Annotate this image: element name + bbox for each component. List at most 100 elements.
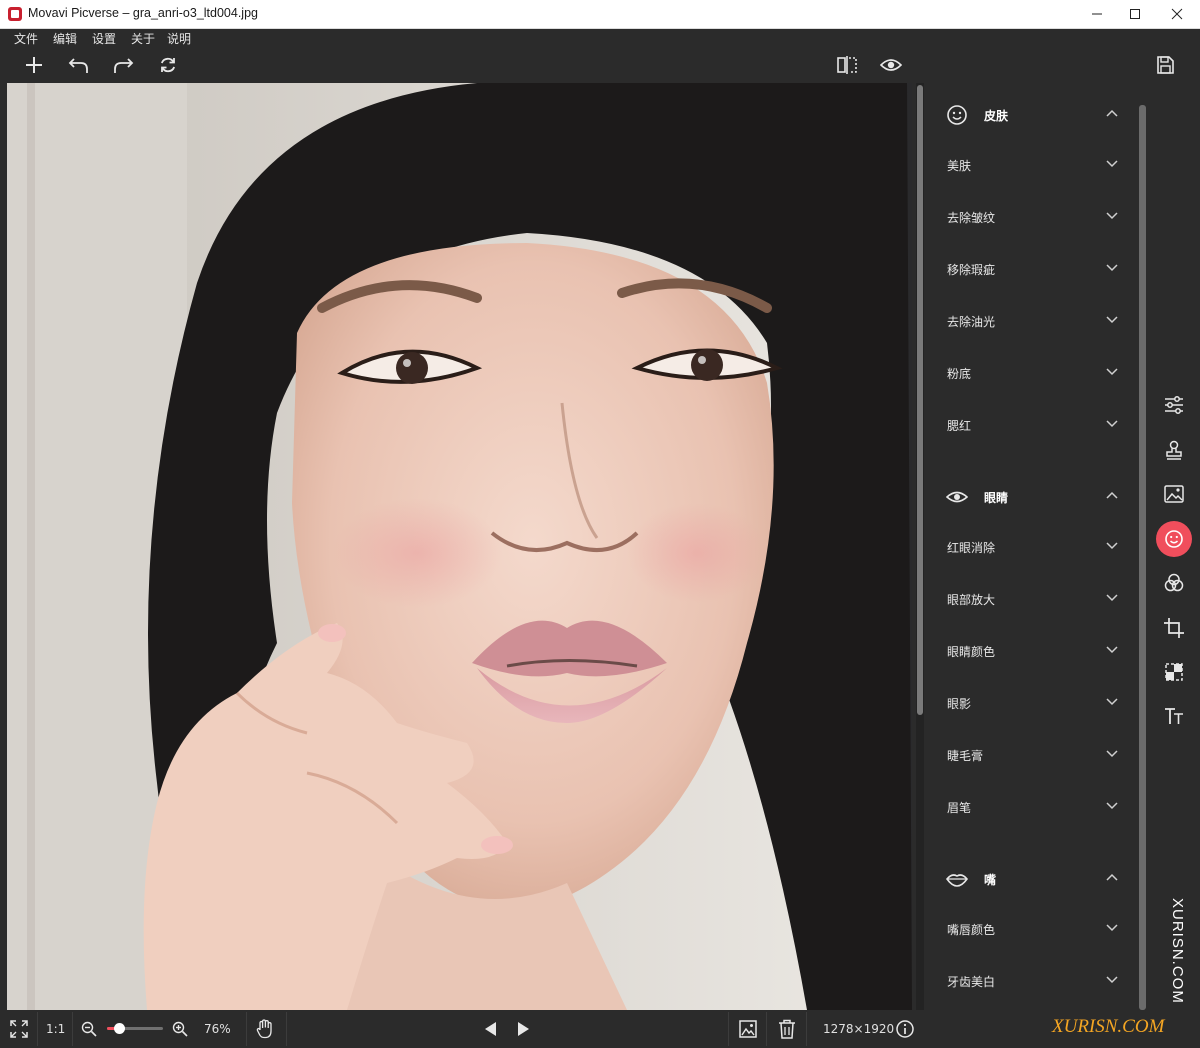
panel-scrollbar[interactable] [1139,105,1146,1010]
panel-item-label: 眉笔 [947,801,972,815]
adjust-tool-button[interactable] [1156,387,1192,423]
delete-button[interactable] [776,1018,798,1040]
panel-item-label: 睫毛膏 [947,749,984,763]
panel-item[interactable]: 眼影 [926,688,1136,718]
compare-button[interactable] [834,52,860,78]
triangle-right-icon [518,1022,529,1036]
panel-item[interactable]: 眼睛颜色 [926,636,1136,666]
app-logo-icon [8,7,22,21]
maximize-button[interactable] [1112,0,1158,29]
undo-button[interactable] [66,52,92,78]
status-divider [37,1012,38,1046]
status-divider [72,1012,73,1046]
zoom-slider[interactable] [107,1023,163,1034]
app-window: Movavi Picverse – gra_anri-o3_ltd004.jpg… [0,0,1200,1048]
crop-tool-button[interactable] [1156,610,1192,646]
panel-item[interactable]: 眼部放大 [926,584,1136,614]
plus-icon [26,57,42,73]
close-button[interactable] [1154,0,1200,29]
chevron-down-icon [1106,316,1118,324]
panel-item[interactable]: 腮红 [926,410,1136,440]
chevron-up-icon [1106,491,1118,499]
redo-button[interactable] [110,52,136,78]
menu-bar: 文件 编辑 设置 关于 说明 [0,29,1200,47]
pan-tool-button[interactable] [255,1018,275,1040]
watermark-vertical: XURISN.COM [1168,898,1188,1008]
zoom-slider-knob[interactable] [114,1023,125,1034]
section-header-eyes[interactable]: 眼睛 [926,483,1136,513]
retouch-face-icon [1165,530,1183,548]
panel-item[interactable]: 红眼消除 [926,532,1136,562]
next-image-button[interactable] [514,1018,534,1040]
text-tool-button[interactable] [1156,698,1192,734]
chevron-down-icon [1106,976,1118,984]
image-info-button[interactable] [737,1018,759,1040]
panel-item[interactable]: 眉笔 [926,792,1136,822]
panel-scroll-thumb[interactable] [1139,105,1146,1010]
reset-button[interactable] [155,52,181,78]
status-divider [286,1012,287,1046]
portrait-photo [7,83,912,1010]
zoom-out-button[interactable] [80,1018,98,1040]
save-icon [1157,56,1174,74]
filters-circles-icon [1164,573,1184,592]
menu-file[interactable]: 文件 [14,30,38,47]
chevron-up-icon [1106,109,1118,117]
triangle-left-icon [485,1022,496,1036]
panel-item[interactable]: 美肤 [926,150,1136,180]
preview-button[interactable] [878,52,904,78]
chevron-down-icon [1106,160,1118,168]
menu-edit[interactable]: 编辑 [53,30,77,47]
panel-item[interactable]: 粉底 [926,358,1136,388]
info-button[interactable] [895,1018,915,1040]
tool-strip [1150,83,1200,1010]
info-icon [896,1020,914,1038]
panel-item[interactable]: 移除瑕疵 [926,254,1136,284]
panel-item[interactable]: 嘴唇颜色 [926,914,1136,944]
actual-size-button[interactable]: 1:1 [46,1022,65,1036]
canvas-scroll-thumb[interactable] [917,85,923,715]
canvas-vertical-scrollbar[interactable] [916,83,924,1010]
section-header-mouth[interactable]: 嘴 [926,865,1136,895]
panel-item-label: 嘴唇颜色 [947,923,996,937]
panel-item[interactable]: 牙齿美白 [926,966,1136,996]
watermark-horizontal: XURISN.COM [1052,1016,1165,1037]
save-button[interactable] [1152,52,1178,78]
image-enhance-tool-button[interactable] [1156,476,1192,512]
chevron-up-icon [1106,873,1118,881]
menu-help[interactable]: 说明 [167,30,191,47]
eye-icon [946,491,968,503]
add-button[interactable] [21,52,47,78]
panel-item-label: 美肤 [947,159,972,173]
trash-icon [779,1019,795,1039]
retouch-tool-button[interactable] [1156,521,1192,557]
crop-icon [1164,618,1184,638]
title-bar: Movavi Picverse – gra_anri-o3_ltd004.jpg [0,0,1200,29]
panel-item[interactable]: 睫毛膏 [926,740,1136,770]
panel-item[interactable]: 去除油光 [926,306,1136,336]
previous-image-button[interactable] [480,1018,500,1040]
transform-tool-button[interactable] [1156,654,1192,690]
chevron-down-icon [1106,646,1118,654]
menu-settings[interactable]: 设置 [92,30,116,47]
menu-about[interactable]: 关于 [131,30,155,47]
chevron-down-icon [1106,264,1118,272]
status-divider [766,1012,767,1046]
panel-item-label: 移除瑕疵 [947,263,996,277]
close-icon [1171,8,1183,20]
status-divider [728,1012,729,1046]
fullscreen-button[interactable] [8,1018,30,1040]
chevron-down-icon [1106,420,1118,428]
chevron-down-icon [1106,212,1118,220]
photo-canvas[interactable] [7,83,912,1010]
compare-icon [837,56,857,74]
status-bar: 1:1 76% 1278×1920 [0,1010,1200,1048]
chevron-down-icon [1106,594,1118,602]
filters-tool-button[interactable] [1156,565,1192,601]
stamp-tool-button[interactable] [1156,432,1192,468]
zoom-in-button[interactable] [171,1018,189,1040]
panel-item-label: 眼睛颜色 [947,645,996,659]
status-divider [806,1012,807,1046]
panel-item[interactable]: 去除皱纹 [926,202,1136,232]
section-header-skin[interactable]: 皮肤 [926,101,1136,131]
